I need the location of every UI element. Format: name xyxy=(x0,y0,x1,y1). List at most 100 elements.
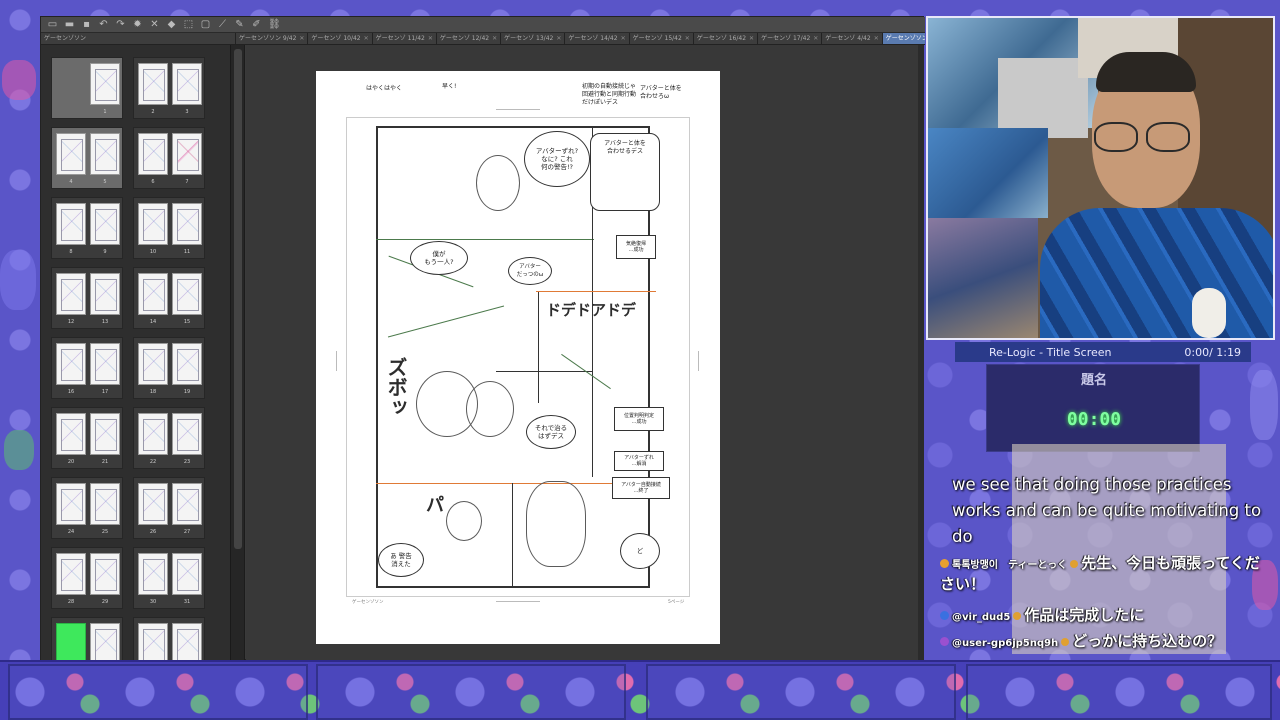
page-spread[interactable] xyxy=(51,617,123,661)
page-thumbnail[interactable] xyxy=(172,273,202,315)
page-spread[interactable]: 20 21 xyxy=(51,407,123,469)
page-thumbnail[interactable] xyxy=(138,413,168,455)
open-folder-icon[interactable]: ▬ xyxy=(64,19,75,30)
settings-icon[interactable]: ✹ xyxy=(132,19,143,30)
transform-icon[interactable]: ⬚ xyxy=(183,19,194,30)
page-thumbnail[interactable] xyxy=(138,623,168,661)
page-panel-scrollbar[interactable] xyxy=(231,45,245,661)
tab-document[interactable]: ゲーセンゾ 13/42 ✕ xyxy=(501,33,566,44)
page-spread[interactable]: 18 19 xyxy=(133,337,205,399)
fill-icon[interactable]: ◆ xyxy=(166,19,177,30)
canvas-area[interactable]: はやくはやく 早く! 初期の自動接続じゃ 回避行動と同期行動 だけぽいデス アバ… xyxy=(246,45,924,661)
tab-document[interactable]: ゲーセンゾ 11/42 ✕ xyxy=(372,33,437,44)
close-icon[interactable]: ✕ xyxy=(749,33,754,44)
page-thumbnail[interactable] xyxy=(138,553,168,595)
tab-document[interactable]: ゲーセンゾ 17/42 ✕ xyxy=(758,33,823,44)
page-thumbnail[interactable] xyxy=(172,343,202,385)
ruler-icon[interactable]: ⟋ xyxy=(217,19,228,30)
tab-document[interactable]: ゲーセンゾ 14/42 ✕ xyxy=(565,33,630,44)
page-thumbnail[interactable] xyxy=(56,133,86,175)
page-thumbnail[interactable] xyxy=(90,343,120,385)
page-spread[interactable]: 14 15 xyxy=(133,267,205,329)
close-icon[interactable]: ✕ xyxy=(492,33,497,44)
page-thumbnail[interactable] xyxy=(138,483,168,525)
tab-document[interactable]: ゲーセンゾソン 9/42 ✕ xyxy=(236,33,309,44)
page-spread[interactable]: 12 13 xyxy=(51,267,123,329)
page-thumbnail[interactable] xyxy=(56,553,86,595)
page-thumbnail[interactable] xyxy=(172,623,202,661)
close-icon[interactable]: ✕ xyxy=(556,33,561,44)
clear-icon[interactable]: ✕ xyxy=(149,19,160,30)
close-icon[interactable]: ✕ xyxy=(621,33,626,44)
page-thumbnail[interactable] xyxy=(138,203,168,245)
link-icon[interactable]: ⛓ xyxy=(268,19,281,30)
page-thumbnail[interactable] xyxy=(56,63,86,105)
page-thumbnail[interactable] xyxy=(138,63,168,105)
page-spread[interactable]: 22 23 xyxy=(133,407,205,469)
page-spread[interactable]: 45 xyxy=(51,127,123,189)
page-thumbnail[interactable] xyxy=(56,483,86,525)
page-thumbnail[interactable] xyxy=(172,413,202,455)
page-spread[interactable]: 10 11 xyxy=(133,197,205,259)
page-thumbnail[interactable] xyxy=(56,343,86,385)
close-icon[interactable]: ✕ xyxy=(299,33,304,44)
page-spread[interactable]: 24 25 xyxy=(51,477,123,539)
redo-icon[interactable]: ↷ xyxy=(115,19,126,30)
close-icon[interactable]: ✕ xyxy=(685,33,690,44)
page-thumbnail[interactable] xyxy=(172,553,202,595)
tab-document[interactable]: ゲーセンゾ 10/42 ✕ xyxy=(308,33,373,44)
sound-effect: ドデドアドデ xyxy=(546,301,637,319)
tab-document-active[interactable]: ゲーセンゾソン 5/42✕ xyxy=(882,33,925,44)
pen-icon[interactable]: ✎ xyxy=(234,19,245,30)
page-number: 8 xyxy=(69,249,73,255)
tab-document[interactable]: ゲーセンゾ 15/42 ✕ xyxy=(629,33,694,44)
page-thumbnail[interactable] xyxy=(90,63,120,105)
page-spread[interactable]: 67 xyxy=(133,127,205,189)
page-thumbnail[interactable] xyxy=(90,553,120,595)
page-thumbnail[interactable] xyxy=(90,483,120,525)
tab-document[interactable]: ゲーセンゾ 16/42 ✕ xyxy=(693,33,759,44)
save-icon[interactable]: ▪ xyxy=(81,19,92,30)
page-thumbnail[interactable] xyxy=(90,203,120,245)
select-icon[interactable]: ▢ xyxy=(200,19,211,30)
page-thumbnail[interactable] xyxy=(172,133,202,175)
page-thumbnail[interactable] xyxy=(138,343,168,385)
page-thumbnail[interactable] xyxy=(90,623,120,661)
tab-document[interactable]: ゲーセンゾソン xyxy=(41,33,236,44)
page-spread[interactable]: 23 xyxy=(133,57,205,119)
page-spread[interactable]: 26 27 xyxy=(133,477,205,539)
page-thumbnail[interactable] xyxy=(90,273,120,315)
page-thumbnail[interactable] xyxy=(172,203,202,245)
page-number: 18 xyxy=(149,389,157,395)
decorative-panel xyxy=(8,664,308,720)
page-thumbnail[interactable] xyxy=(90,133,120,175)
page-spread[interactable]: 28 29 xyxy=(51,547,123,609)
tab-document[interactable]: ゲーセンゾ 12/42 ✕ xyxy=(436,33,502,44)
close-icon[interactable]: ✕ xyxy=(874,33,879,44)
page-thumbnail[interactable] xyxy=(56,623,86,661)
page-thumbnail[interactable] xyxy=(56,273,86,315)
new-file-icon[interactable]: ▭ xyxy=(47,19,58,30)
page-thumbnail[interactable] xyxy=(56,413,86,455)
undo-icon[interactable]: ↶ xyxy=(98,19,109,30)
close-icon[interactable]: ✕ xyxy=(813,33,818,44)
page-thumbnail[interactable] xyxy=(172,483,202,525)
page-spread[interactable]: 89 xyxy=(51,197,123,259)
page-spread[interactable]: 30 31 xyxy=(133,547,205,609)
chat-message: 톡톡방맹이 ティーとっく 先生、今日も頑張ってください！ xyxy=(940,552,1270,594)
page-thumbnail[interactable] xyxy=(138,273,168,315)
page-spread[interactable] xyxy=(133,617,205,661)
page-spread[interactable]: 16 17 xyxy=(51,337,123,399)
page-thumbnail[interactable] xyxy=(90,413,120,455)
close-icon[interactable]: ✕ xyxy=(428,33,433,44)
page-thumbnail[interactable] xyxy=(56,203,86,245)
canvas-scrollbar[interactable] xyxy=(918,45,924,661)
pencil-icon[interactable]: ✐ xyxy=(251,19,262,30)
scrollbar-thumb[interactable] xyxy=(234,49,242,549)
page-thumbnail[interactable] xyxy=(172,63,202,105)
close-icon[interactable]: ✕ xyxy=(364,33,369,44)
manga-page[interactable]: はやくはやく 早く! 初期の自動接続じゃ 回避行動と同期行動 だけぽいデス アバ… xyxy=(316,71,720,644)
page-spread[interactable]: 1 xyxy=(51,57,123,119)
tab-document[interactable]: ゲーセンゾ 4/42 ✕ xyxy=(822,33,883,44)
page-thumbnail[interactable] xyxy=(138,133,168,175)
